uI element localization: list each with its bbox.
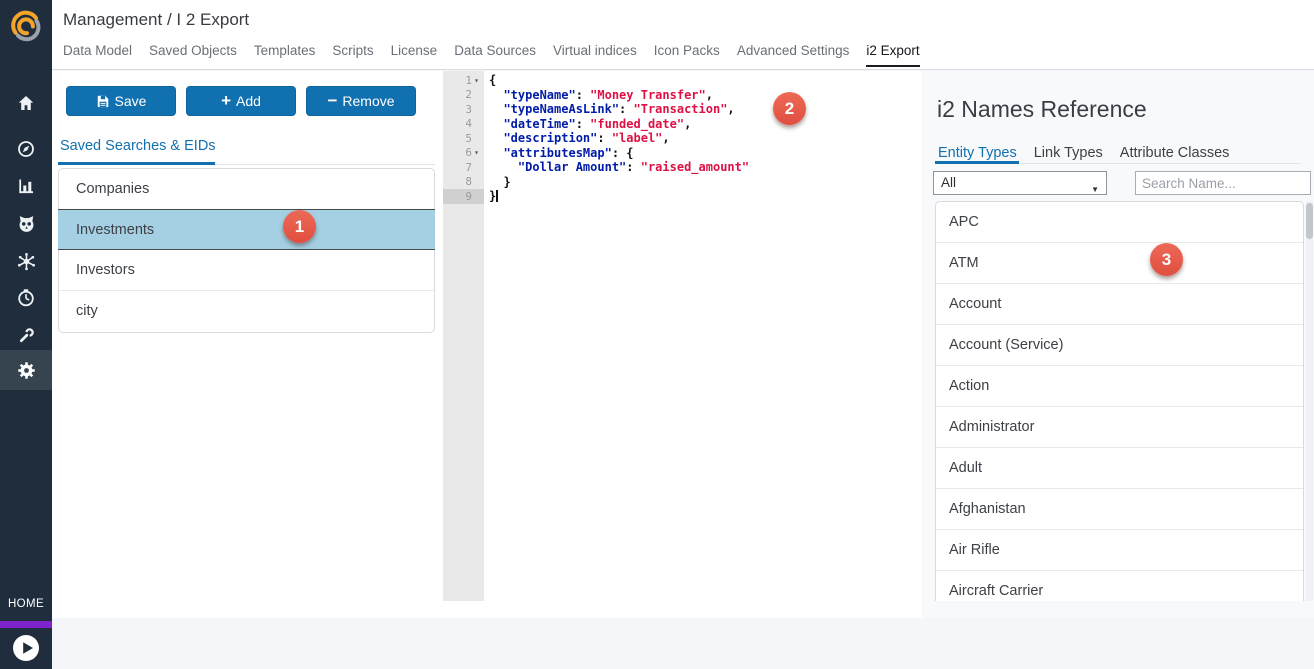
tab-link-types[interactable]: Link Types — [1034, 145, 1103, 161]
saved-searches-list: Companies Investments Investors city — [58, 168, 435, 333]
add-button-label: Add — [236, 93, 261, 109]
minus-icon: − — [327, 92, 337, 109]
sidebar-item-timelion[interactable] — [0, 279, 52, 317]
home-icon — [16, 93, 36, 113]
search-name-input[interactable] — [1135, 171, 1311, 195]
sidebar-item-visualize[interactable] — [0, 167, 52, 205]
list-item-aircraft-carrier[interactable]: Aircraft Carrier — [936, 571, 1303, 601]
tab-data-sources[interactable]: Data Sources — [454, 43, 536, 69]
list-item-companies[interactable]: Companies — [59, 169, 434, 210]
fold-toggle-icon[interactable]: ▾ — [472, 76, 481, 85]
sidebar-item-graph[interactable] — [0, 242, 52, 280]
tab-i2-export[interactable]: i2 Export — [866, 43, 919, 69]
list-item-investors[interactable]: Investors — [59, 250, 434, 291]
tab-saved-objects[interactable]: Saved Objects — [149, 43, 237, 69]
home-link[interactable]: HOME — [0, 598, 52, 610]
siren-logo-icon — [7, 7, 45, 45]
tab-virtual-indices[interactable]: Virtual indices — [553, 43, 637, 69]
tab-license[interactable]: License — [391, 43, 438, 69]
json-code-editor[interactable]: 1▾ { 2 "typeName": "Money Transfer", 3 "… — [443, 71, 922, 618]
list-item-investments-selected[interactable]: Investments — [58, 209, 435, 250]
code-line-1: 1▾ { — [443, 73, 922, 88]
dev-tools-wrench-icon — [16, 326, 36, 346]
graph-spider-icon — [16, 251, 37, 272]
fold-toggle-icon[interactable]: ▾ — [472, 148, 481, 157]
scrollbar-track[interactable] — [1306, 201, 1313, 601]
annotation-badge-2: 2 — [773, 92, 806, 125]
list-item-atm[interactable]: ATM — [936, 243, 1303, 284]
list-item-account[interactable]: Account — [936, 284, 1303, 325]
remove-button-label: Remove — [342, 93, 394, 109]
play-button[interactable] — [12, 634, 40, 662]
timelion-clock-icon — [16, 288, 36, 308]
list-item-air-rifle[interactable]: Air Rifle — [936, 530, 1303, 571]
editor-content: 1▾ { 2 "typeName": "Money Transfer", 3 "… — [443, 73, 922, 204]
tab-scripts[interactable]: Scripts — [332, 43, 373, 69]
save-floppy-icon — [96, 94, 110, 108]
code-line-3: 3 "typeNameAsLink": "Transaction", — [443, 102, 922, 117]
header: Management / I 2 Export Data Model Saved… — [52, 0, 1314, 70]
tab-saved-searches-eids[interactable]: Saved Searches & EIDs — [60, 138, 216, 154]
tab-templates[interactable]: Templates — [254, 43, 316, 69]
tab-data-model[interactable]: Data Model — [63, 43, 132, 69]
list-item-administrator[interactable]: Administrator — [936, 407, 1303, 448]
filter-dropdown[interactable]: All ▼ — [933, 171, 1107, 195]
sidebar-item-sentinl[interactable] — [0, 204, 52, 242]
sidebar-item-home[interactable] — [0, 84, 52, 122]
active-tab-underline — [935, 161, 1019, 164]
play-icon — [12, 634, 40, 662]
annotation-badge-3: 3 — [1150, 243, 1183, 276]
list-item-account-service[interactable]: Account (Service) — [936, 325, 1303, 366]
plus-icon: + — [221, 92, 231, 109]
code-line-6: 6▾ "attributesMap": { — [443, 146, 922, 161]
code-line-8: 8 } — [443, 175, 922, 190]
i2-names-reference-panel: i2 Names Reference Entity Types Link Typ… — [922, 71, 1314, 618]
discover-compass-icon — [16, 139, 36, 159]
owl-icon — [16, 213, 37, 234]
management-tab-bar: Data Model Saved Objects Templates Scrip… — [63, 43, 920, 69]
tab-icon-packs[interactable]: Icon Packs — [654, 43, 720, 69]
tab-attribute-classes[interactable]: Attribute Classes — [1120, 145, 1230, 161]
sidebar-item-discover[interactable] — [0, 130, 52, 168]
app-logo[interactable] — [0, 0, 52, 52]
list-item-apc[interactable]: APC — [936, 202, 1303, 243]
list-item-adult[interactable]: Adult — [936, 448, 1303, 489]
active-tab-underline — [58, 162, 215, 165]
text-cursor — [496, 190, 498, 202]
saved-searches-panel: Save + Add − Remove Saved Searches & EID… — [52, 71, 443, 618]
sidebar-item-management[interactable] — [0, 350, 52, 390]
sidebar-accent-bar — [0, 621, 52, 628]
gear-icon — [16, 360, 37, 381]
code-line-4: 4 "dateTime": "funded_date", — [443, 117, 922, 132]
list-item-action[interactable]: Action — [936, 366, 1303, 407]
save-button[interactable]: Save — [66, 86, 176, 116]
code-line-9: 9 } — [443, 189, 922, 204]
scrollbar-thumb[interactable] — [1306, 203, 1313, 239]
code-line-5: 5 "description": "label", — [443, 131, 922, 146]
visualize-bar-chart-icon — [16, 176, 36, 196]
annotation-badge-1: 1 — [283, 210, 316, 243]
breadcrumb: Management / I 2 Export — [63, 10, 249, 30]
chevron-down-icon: ▼ — [1091, 179, 1099, 201]
entity-types-list: APC ATM Account Account (Service) Action… — [935, 201, 1304, 601]
code-line-2: 2 "typeName": "Money Transfer", — [443, 88, 922, 103]
nav-sidebar: HOME — [0, 0, 52, 669]
tab-entity-types[interactable]: Entity Types — [938, 145, 1017, 161]
filter-dropdown-value: All — [941, 175, 956, 190]
add-button[interactable]: + Add — [186, 86, 296, 116]
list-item-afghanistan[interactable]: Afghanistan — [936, 489, 1303, 530]
panel-title: i2 Names Reference — [937, 96, 1147, 123]
app-window: HOME Management / I 2 Export Data Model … — [0, 0, 1314, 669]
list-item-city[interactable]: city — [59, 291, 434, 332]
remove-button[interactable]: − Remove — [306, 86, 416, 116]
code-line-7: 7 "Dollar Amount": "raised_amount" — [443, 160, 922, 175]
tab-advanced-settings[interactable]: Advanced Settings — [737, 43, 850, 69]
save-button-label: Save — [115, 93, 147, 109]
reference-tab-bar: Entity Types Link Types Attribute Classe… — [938, 145, 1229, 161]
